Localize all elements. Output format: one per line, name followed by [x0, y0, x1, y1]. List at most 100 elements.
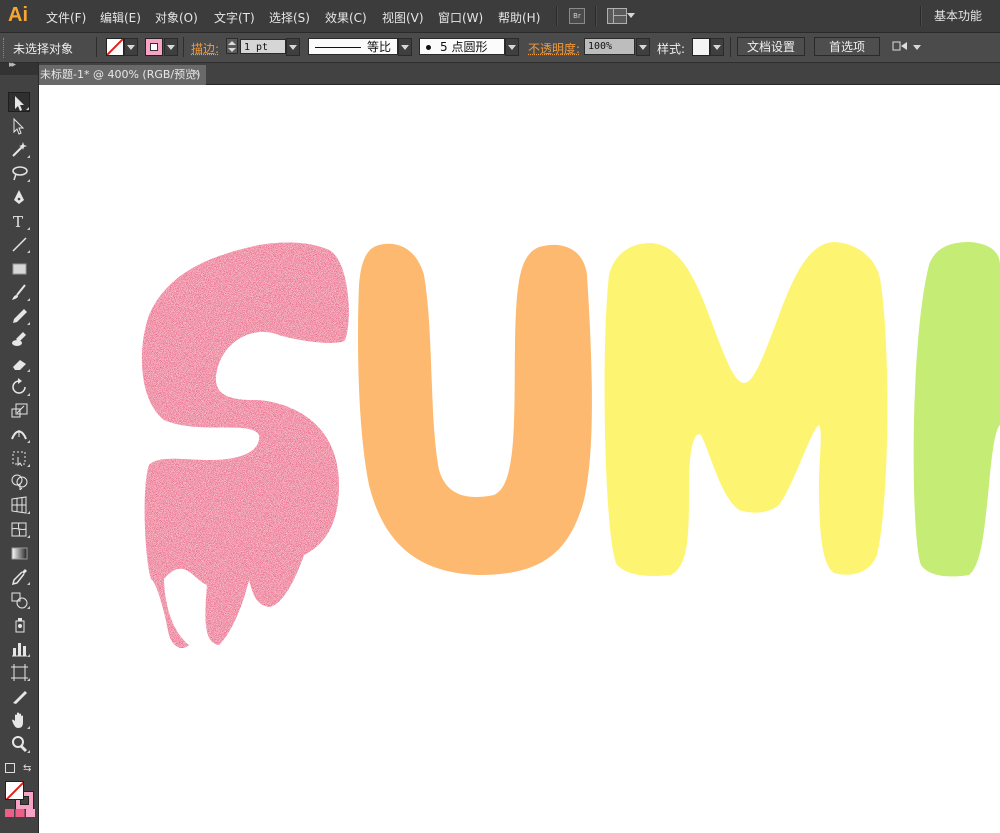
control-grip[interactable] [3, 38, 6, 58]
profile-line-preview [315, 47, 361, 48]
chevron-down-icon[interactable] [913, 45, 921, 50]
selection-tool-button[interactable] [8, 92, 30, 112]
direct-selection-tool-button[interactable] [8, 116, 30, 136]
stroke-color-swatch[interactable] [145, 38, 163, 56]
flyout-indicator [27, 393, 30, 396]
slice-tool-button[interactable] [8, 686, 30, 706]
opacity-dropdown[interactable] [636, 38, 650, 56]
stroke-weight-dropdown[interactable] [286, 38, 300, 56]
preferences-button[interactable]: 首选项 [814, 37, 880, 56]
eraser-tool-button[interactable] [8, 353, 30, 373]
symbol-sprayer-tool-button[interactable] [8, 614, 30, 634]
flyout-indicator [27, 535, 30, 538]
opacity-panel-link[interactable]: 不透明度: [528, 40, 580, 57]
pencil-tool-button[interactable] [8, 306, 30, 326]
artboard-canvas[interactable] [39, 85, 1000, 833]
close-icon[interactable]: × [191, 66, 200, 79]
letter-u[interactable] [358, 243, 592, 575]
graphic-style-swatch[interactable] [692, 38, 710, 56]
shape-builder-tool-button[interactable] [8, 471, 30, 491]
menu-object[interactable]: 对象(O) [155, 9, 198, 26]
chevron-down-icon[interactable] [627, 13, 635, 18]
pen-tool-button[interactable] [8, 187, 30, 207]
artboard-tool-button[interactable] [8, 662, 30, 682]
menu-file[interactable]: 文件(F) [46, 9, 86, 26]
profile-dropdown[interactable] [398, 38, 412, 56]
eyedropper-tool-button[interactable] [8, 566, 30, 586]
width-tool-button[interactable] [8, 424, 30, 444]
chevron-down-icon [289, 45, 297, 50]
tools-panel-header[interactable]: ▸▸ [0, 60, 38, 75]
menu-divider [920, 6, 922, 26]
flyout-indicator [27, 726, 30, 729]
chevron-down-icon [639, 45, 647, 50]
fill-stroke-widget[interactable]: ⇆ [5, 763, 35, 817]
zoom-tool-button[interactable] [8, 734, 30, 754]
menu-effect[interactable]: 效果(C) [325, 9, 367, 26]
paintbrush-tool-button[interactable] [8, 282, 30, 302]
mesh-tool-button[interactable] [8, 519, 30, 539]
letter-s[interactable] [141, 242, 349, 648]
selection-status: 未选择对象 [13, 42, 74, 56]
scale-tool-button[interactable] [8, 400, 30, 420]
tab-document[interactable]: 未标题-1* @ 400% (RGB/预览) [38, 65, 206, 85]
flyout-indicator [27, 606, 30, 609]
flyout-indicator [27, 298, 30, 301]
opacity-field[interactable]: 100% [584, 38, 635, 55]
stroke-dropdown[interactable] [164, 38, 178, 56]
swap-colors-icon[interactable]: ⇆ [23, 763, 31, 774]
hand-tool-button[interactable] [8, 710, 30, 730]
brush-dropdown[interactable] [505, 38, 519, 56]
menu-edit[interactable]: 编辑(E) [100, 9, 141, 26]
lasso-tool-button[interactable] [8, 163, 30, 183]
menu-window[interactable]: 窗口(W) [438, 9, 483, 26]
flyout-indicator [27, 464, 30, 467]
workspace-switcher[interactable]: 基本功能 [934, 7, 982, 24]
tools-panel: ▸▸ T ⇆ [0, 60, 39, 833]
panel-menu-icon[interactable] [892, 39, 908, 56]
gradient-tool-button[interactable] [8, 543, 30, 563]
fill-none-swatch[interactable] [106, 38, 124, 56]
column-graph-tool-button[interactable] [8, 638, 30, 658]
app-logo: Ai [8, 4, 28, 26]
default-colors-icon[interactable] [5, 763, 15, 773]
document-setup-button[interactable]: 文档设置 [737, 37, 805, 56]
arrange-documents-icon[interactable] [607, 8, 627, 24]
collapse-icon[interactable]: ▸▸ [9, 60, 16, 70]
menu-type[interactable]: 文字(T) [214, 9, 255, 26]
blob-brush-tool-button[interactable] [8, 329, 30, 349]
bridge-button-icon[interactable]: Br [569, 8, 585, 24]
fill-none-icon[interactable] [5, 781, 24, 800]
control-divider [730, 37, 731, 57]
brush-definition[interactable]: 5 点圆形 [419, 38, 505, 55]
stroke-panel-link[interactable]: 描边: [191, 40, 219, 57]
free-transform-tool-button[interactable] [8, 448, 30, 468]
variable-width-profile[interactable]: 等比 [308, 38, 398, 55]
letter-m[interactable] [604, 242, 888, 576]
menu-view[interactable]: 视图(V) [382, 9, 424, 26]
scale-tool-icon [11, 403, 28, 418]
line-segment-tool-button[interactable] [8, 234, 30, 254]
flyout-indicator [27, 440, 30, 443]
magic-wand-tool-button[interactable] [8, 139, 30, 159]
stroke-weight-stepper[interactable] [226, 38, 238, 54]
profile-label: 等比 [367, 40, 392, 54]
rectangle-tool-button[interactable] [8, 258, 30, 278]
perspective-grid-tool-button[interactable] [8, 495, 30, 515]
color-mode-icon[interactable] [5, 809, 35, 817]
letter-m-2[interactable] [913, 242, 1000, 577]
document-tab-bar: 未标题-1* @ 400% (RGB/预览) [38, 63, 1000, 85]
style-dropdown[interactable] [710, 38, 724, 56]
blend-tool-button[interactable] [8, 590, 30, 610]
chevron-up-icon [228, 41, 236, 45]
flyout-indicator [27, 227, 30, 230]
rotate-tool-button[interactable] [8, 377, 30, 397]
style-label: 样式: [657, 42, 686, 56]
type-tool-button[interactable]: T [8, 211, 30, 231]
stroke-weight-field[interactable]: 1 pt [240, 39, 286, 54]
menu-select[interactable]: 选择(S) [269, 9, 310, 26]
fill-dropdown[interactable] [124, 38, 138, 56]
menu-help[interactable]: 帮助(H) [498, 9, 540, 26]
flyout-indicator [27, 179, 30, 182]
menu-divider [556, 6, 558, 26]
